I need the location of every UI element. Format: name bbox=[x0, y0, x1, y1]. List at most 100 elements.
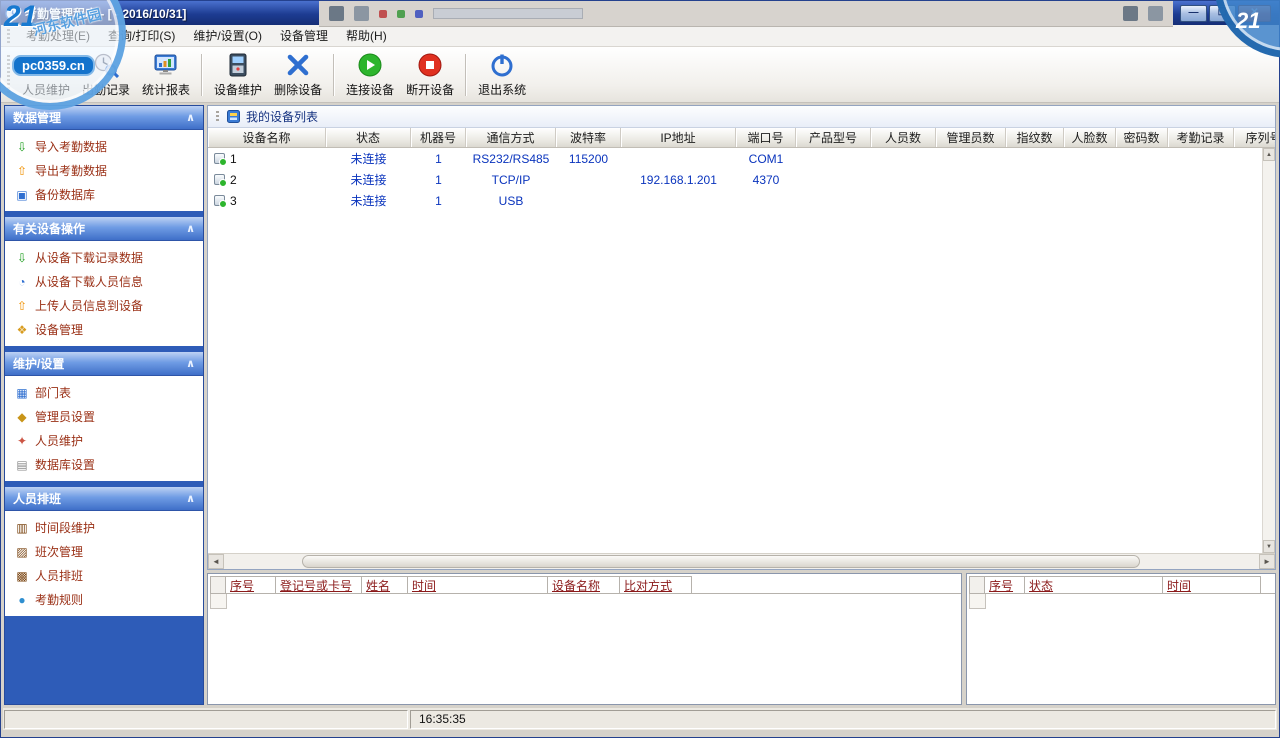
sidebar-item[interactable]: ◆管理员设置 bbox=[9, 407, 199, 426]
attendance-rules-icon: ● bbox=[15, 594, 29, 606]
collapse-chevron-icon[interactable]: ∧ bbox=[186, 222, 195, 235]
sidebar-item[interactable]: ⇧导出考勤数据 bbox=[9, 161, 199, 180]
device-cell: 未连接 bbox=[326, 150, 411, 167]
sidebar-item-label: 考勤规则 bbox=[35, 591, 83, 608]
sidebar-panel-header[interactable]: 数据管理 ∧ bbox=[5, 106, 203, 130]
sidebar-item[interactable]: ▣备份数据库 bbox=[9, 185, 199, 204]
sidebar-item[interactable]: ⇩导入考勤数据 bbox=[9, 137, 199, 156]
column-header[interactable]: 设备名称 bbox=[208, 128, 326, 147]
column-header[interactable]: 序号 bbox=[226, 576, 276, 593]
bottom-panels: 序号登记号或卡号姓名时间设备名称比对方式 序号状态时间 bbox=[207, 573, 1276, 705]
sidebar-item-label: 数据库设置 bbox=[35, 456, 95, 473]
device-cell: USB bbox=[466, 194, 556, 208]
scroll-left-icon[interactable]: ◄ bbox=[208, 554, 224, 569]
client-area: 数据管理 ∧ ⇩导入考勤数据 ⇧导出考勤数据 ▣备份数据库有关设备操作 ∧ ⇩从设备下载记录… bbox=[1, 103, 1279, 705]
sidebar-panel-title: 有关设备操作 bbox=[13, 220, 85, 237]
sidebar-item[interactable]: ◔从设备下载人员信息 bbox=[9, 272, 199, 291]
column-header[interactable]: 产品型号 bbox=[796, 128, 871, 147]
device-row[interactable]: 1未连接1RS232/RS485115200COM1 bbox=[208, 148, 1262, 169]
vertical-scrollbar[interactable]: ▲ ▼ bbox=[1262, 148, 1275, 553]
row-indicator-cell bbox=[969, 576, 985, 593]
collapse-chevron-icon[interactable]: ∧ bbox=[186, 357, 195, 370]
column-header[interactable]: 端口号 bbox=[736, 128, 796, 147]
scrollbar-track[interactable] bbox=[224, 554, 1259, 569]
column-header[interactable]: 机器号 bbox=[411, 128, 466, 147]
toolbar-separator bbox=[333, 54, 335, 96]
sidebar-panel-header[interactable]: 有关设备操作 ∧ bbox=[5, 217, 203, 241]
column-header[interactable]: 比对方式 bbox=[620, 576, 692, 593]
column-header[interactable]: 通信方式 bbox=[466, 128, 556, 147]
toolbar-button-connect-device[interactable]: 连接设备 bbox=[340, 48, 400, 102]
sidebar-panel-title: 人员排班 bbox=[13, 490, 61, 507]
column-header[interactable]: 密码数 bbox=[1116, 128, 1168, 147]
sidebar-panel: 人员排班 ∧ ▥时间段维护 ▨班次管理 ▩人员排班 ● 考勤规则 bbox=[5, 487, 203, 616]
scroll-right-icon[interactable]: ► bbox=[1259, 554, 1275, 569]
scroll-down-icon[interactable]: ▼ bbox=[1263, 540, 1275, 553]
sidebar-panel-body: ▥时间段维护 ▨班次管理 ▩人员排班 ● 考勤规则 bbox=[5, 511, 203, 616]
toolbar-button-attendance-records[interactable]: 出勤记录 bbox=[76, 48, 136, 102]
column-header[interactable]: 序列号 bbox=[1234, 128, 1275, 147]
column-header[interactable]: 设备名称 bbox=[548, 576, 620, 593]
maximize-button[interactable]: ❐ bbox=[1209, 5, 1236, 22]
sidebar-panel-body: ⇩导入考勤数据 ⇧导出考勤数据 ▣备份数据库 bbox=[5, 130, 203, 211]
close-button[interactable]: ✕ bbox=[1238, 5, 1271, 22]
sidebar-panel-header[interactable]: 人员排班 ∧ bbox=[5, 487, 203, 511]
menu-help[interactable]: 帮助(H) bbox=[338, 25, 395, 46]
collapse-chevron-icon[interactable]: ∧ bbox=[186, 492, 195, 505]
scroll-up-icon[interactable]: ▲ bbox=[1263, 148, 1275, 161]
sidebar-item[interactable]: ✦人员维护 bbox=[9, 431, 199, 450]
sidebar-item[interactable]: ⇧上传人员信息到设备 bbox=[9, 296, 199, 315]
column-header[interactable]: 姓名 bbox=[362, 576, 408, 593]
sidebar-item[interactable]: ⇩从设备下载记录数据 bbox=[9, 248, 199, 267]
column-header[interactable]: IP地址 bbox=[621, 128, 736, 147]
sidebar-item[interactable]: ▥时间段维护 bbox=[9, 518, 199, 537]
sidebar-panel-header[interactable]: 维护/设置∧ bbox=[5, 352, 203, 376]
menu-maintenance-settings[interactable]: 维护/设置(O) bbox=[185, 25, 270, 46]
department-table-icon: ▦ bbox=[15, 387, 29, 399]
collapse-chevron-icon[interactable]: ∧ bbox=[186, 111, 195, 124]
column-header[interactable]: 管理员数 bbox=[936, 128, 1006, 147]
toolbar-button-disconnect-device[interactable]: 断开设备 bbox=[400, 48, 460, 102]
menu-device-management[interactable]: 设备管理 bbox=[272, 25, 336, 46]
scrollbar-thumb[interactable] bbox=[302, 555, 1140, 568]
device-row[interactable]: 2未连接1TCP/IP192.168.1.2014370 bbox=[208, 169, 1262, 190]
device-list-title: 我的设备列表 bbox=[246, 108, 318, 125]
shift-management-icon: ▨ bbox=[15, 546, 29, 558]
sidebar-item[interactable]: ▦部门表 bbox=[9, 383, 199, 402]
column-header[interactable]: 时间 bbox=[1163, 576, 1261, 593]
toolbar-button-delete-device[interactable]: 删除设备 bbox=[268, 48, 328, 102]
column-header[interactable]: 人员数 bbox=[871, 128, 936, 147]
column-header[interactable]: 时间 bbox=[408, 576, 548, 593]
menu-attendance-processing[interactable]: 考勤处理(E) bbox=[18, 25, 98, 46]
column-header[interactable]: 登记号或卡号 bbox=[276, 576, 362, 593]
menubar-grip[interactable] bbox=[7, 29, 10, 43]
column-header[interactable]: 考勤记录 bbox=[1168, 128, 1234, 147]
column-header[interactable]: 状态 bbox=[326, 128, 411, 147]
sidebar-item[interactable]: ▤数据库设置 bbox=[9, 455, 199, 474]
device-table-header: 设备名称状态机器号通信方式波特率IP地址端口号产品型号人员数管理员数指纹数人脸数… bbox=[208, 128, 1275, 148]
toolbar-grip[interactable] bbox=[7, 55, 10, 95]
column-header[interactable]: 波特率 bbox=[556, 128, 621, 147]
horizontal-scrollbar[interactable]: ◄ ► bbox=[208, 553, 1275, 569]
sidebar-item[interactable]: ▩人员排班 bbox=[9, 566, 199, 585]
device-row[interactable]: 3未连接1USB bbox=[208, 190, 1262, 211]
column-header[interactable]: 序号 bbox=[985, 576, 1025, 593]
device-icon bbox=[214, 174, 225, 185]
column-header[interactable]: 人脸数 bbox=[1064, 128, 1116, 147]
toolbar-button-device-maintenance[interactable]: 设备维护 bbox=[208, 48, 268, 102]
sidebar-item[interactable]: ❖设备管理 bbox=[9, 320, 199, 339]
column-header[interactable]: 指纹数 bbox=[1006, 128, 1064, 147]
column-header[interactable]: 状态 bbox=[1025, 576, 1163, 593]
caption-grip[interactable] bbox=[216, 111, 219, 123]
sidebar-item[interactable]: ▨班次管理 bbox=[9, 542, 199, 561]
toolbar-button-staff-maintenance[interactable]: 人员维护 bbox=[16, 48, 76, 102]
toolbar-button-exit-system[interactable]: 退出系统 bbox=[472, 48, 532, 102]
sidebar-panel-title: 数据管理 bbox=[13, 109, 61, 126]
minimize-button[interactable]: — bbox=[1180, 5, 1207, 22]
toolbar-button-statistics-report[interactable]: 统计报表 bbox=[136, 48, 196, 102]
statusbar: 16:35:35 bbox=[3, 708, 1277, 730]
menu-query-print[interactable]: 查询/打印(S) bbox=[100, 25, 183, 46]
sidebar-item[interactable]: ● 考勤规则 bbox=[9, 590, 199, 609]
people-icon bbox=[33, 52, 59, 78]
sidebar-item-label: 人员排班 bbox=[35, 567, 83, 584]
